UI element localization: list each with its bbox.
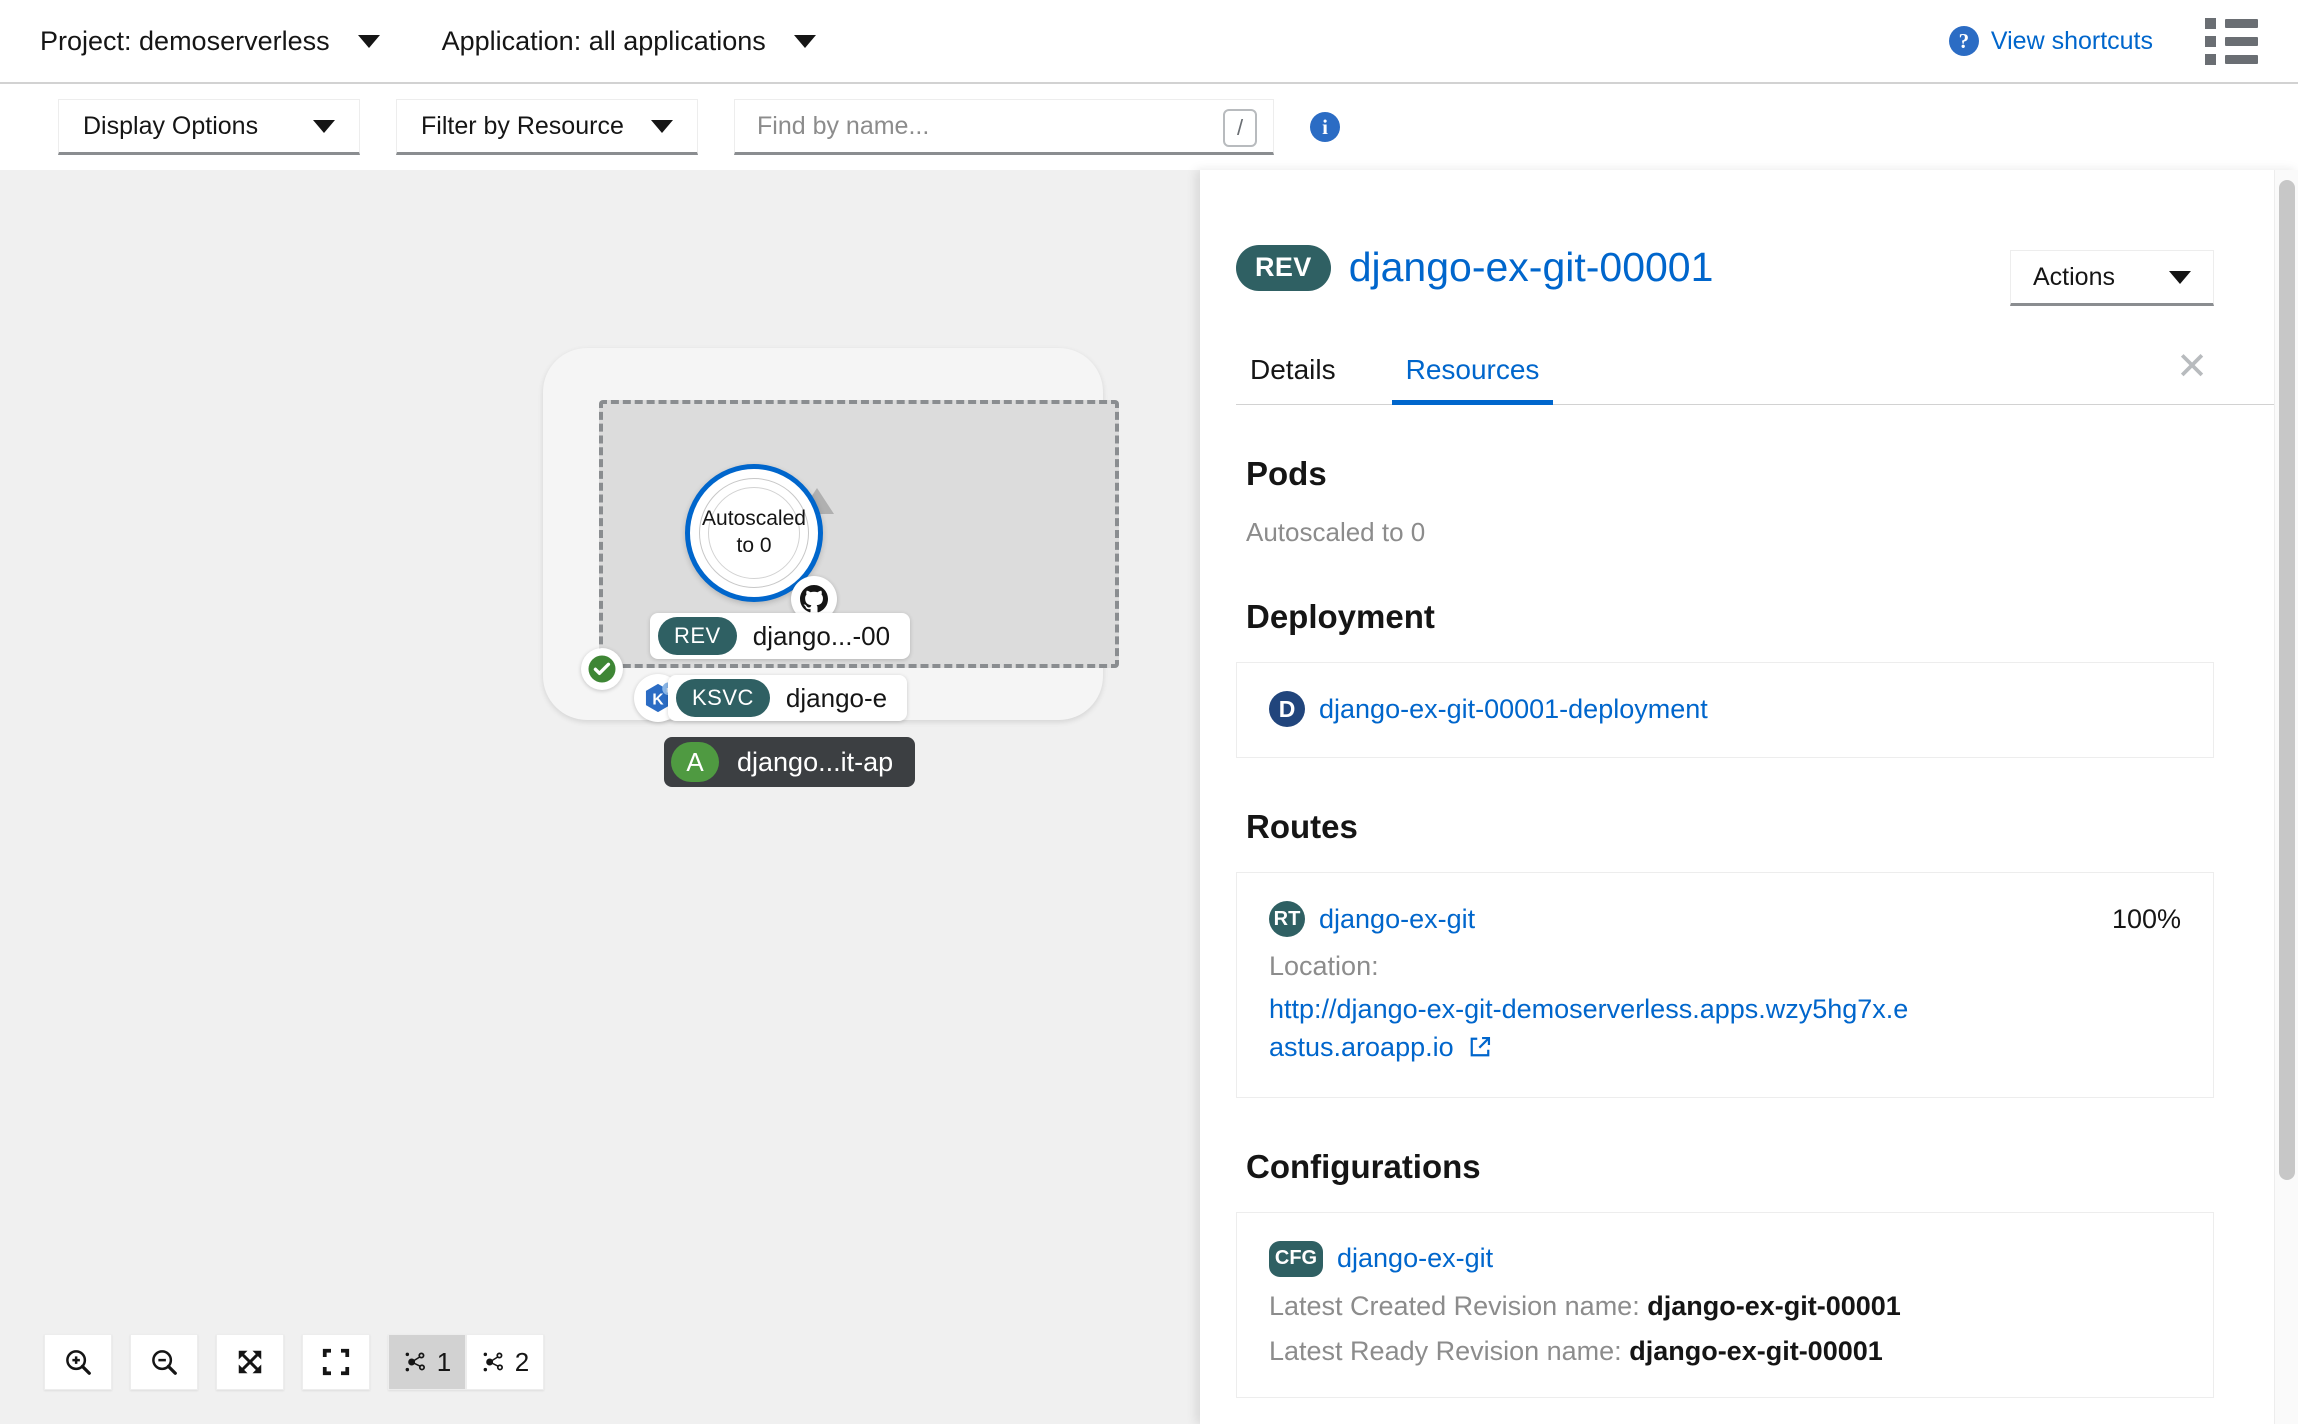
chevron-down-icon [793,34,816,48]
layout-1-label: 1 [436,1346,452,1377]
display-options-label: Display Options [83,111,259,140]
fit-to-screen-button[interactable] [216,1334,284,1390]
revision-label-pill[interactable]: REV django...-00 [650,613,911,659]
view-shortcuts-label: View shortcuts [1990,26,2153,55]
deployment-section-title: Deployment [1246,598,1435,635]
graph-layout-icon [405,1352,425,1372]
reset-view-button[interactable] [302,1334,370,1390]
chevron-down-icon [651,119,673,133]
project-bar-right: ? View shortcuts [1948,17,2258,65]
latest-created-revision-label: Latest Created Revision name: [1269,1290,1640,1321]
route-location-label: Location: [1269,951,1379,981]
panel-body: Pods Autoscaled to 0 Deployment D django… [1200,455,2274,1398]
search-field-wrapper: / [734,99,1274,155]
topology-page: Project: demoserverless Application: all… [0,0,2298,1424]
view-shortcuts-link[interactable]: ? View shortcuts [1948,26,2153,56]
zoom-in-button[interactable] [44,1334,112,1390]
layout-2-button[interactable]: 2 [466,1334,544,1390]
deployment-link[interactable]: django-ex-git-00001-deployment [1319,694,1708,725]
route-traffic-percent: 100% [2111,903,2181,934]
layout-2-label: 2 [514,1346,530,1377]
topology-canvas[interactable]: Autoscaled to 0 REV django...-00 K KSVC … [0,170,1200,1424]
application-label-pill[interactable]: A django...it-ap [664,737,916,787]
tab-resources[interactable]: Resources [1391,344,1554,405]
revision-autoscaled-line2: to 0 [736,534,772,557]
project-selector-label: Project: demoserverless [40,25,330,56]
deployment-card: D django-ex-git-00001-deployment [1236,662,2214,758]
search-input[interactable] [757,111,1251,141]
crop-frame-icon [322,1348,350,1376]
routes-card: RT django-ex-git 100% Location: http://d… [1236,872,2214,1098]
route-link[interactable]: django-ex-git [1319,904,1475,935]
panel-scrollbar-thumb[interactable] [2279,180,2295,1180]
actions-label: Actions [2033,262,2115,291]
revision-pill-name: django...-00 [752,620,891,651]
topology-toolbar: Display Options Filter by Resource / i [0,84,2298,170]
graph-layout-icon [483,1352,503,1372]
route-location-url[interactable]: http://django-ex-git-demoserverless.apps… [1269,990,1909,1067]
display-options-dropdown[interactable]: Display Options [58,99,360,155]
info-icon[interactable]: i [1310,112,1340,142]
rev-badge: REV [1236,244,1331,291]
configurations-card: CFG django-ex-git Latest Created Revisio… [1236,1211,2214,1398]
resource-side-panel: ✕ REV django-ex-git-00001 Actions Detail… [1200,170,2298,1424]
application-selector-label: Application: all applications [441,25,766,56]
latest-ready-revision-label: Latest Ready Revision name: [1269,1335,1622,1366]
ksvc-pill-name: django-e [785,682,888,713]
svg-text:K: K [652,691,664,708]
pods-status-text: Autoscaled to 0 [1246,517,1426,547]
panel-header: REV django-ex-git-00001 Actions [1200,170,2274,306]
knative-service-label-pill[interactable]: KSVC django-e [668,675,908,721]
route-url-text: http://django-ex-git-demoserverless.apps… [1269,994,1909,1063]
route-row: RT django-ex-git 100% [1269,901,2181,937]
panel-tabs: Details Resources [1236,344,2274,405]
pods-section-title: Pods [1246,455,1327,492]
resource-name-link[interactable]: django-ex-git-00001 [1349,244,1714,291]
tab-details[interactable]: Details [1236,344,1350,404]
graph-toolbar: 1 2 [44,1334,544,1390]
application-badge: A [671,742,719,782]
slash-shortcut-hint: / [1223,109,1257,147]
latest-created-revision-value: django-ex-git-00001 [1647,1290,1901,1321]
panel-scroll-area: ✕ REV django-ex-git-00001 Actions Detail… [1200,170,2274,1424]
configuration-link[interactable]: django-ex-git [1337,1243,1493,1274]
revision-node-label: Autoscaled to 0 [690,469,818,597]
project-bar: Project: demoserverless Application: all… [0,0,2298,84]
deployment-icon: D [1269,691,1305,727]
layout-1-button[interactable]: 1 [388,1334,466,1390]
chevron-down-icon [313,119,335,133]
expand-arrows-icon [238,1350,262,1374]
latest-ready-revision-value: django-ex-git-00001 [1629,1335,1883,1366]
panel-title: REV django-ex-git-00001 [1236,244,1713,291]
project-selector[interactable]: Project: demoserverless [40,26,380,57]
configurations-section-title: Configurations [1246,1147,1481,1185]
revision-autoscaled-line1: Autoscaled [702,507,806,531]
external-link-icon [1470,1037,1491,1057]
configuration-icon: CFG [1269,1240,1323,1277]
routes-section-title: Routes [1246,808,1358,845]
application-selector[interactable]: Application: all applications [442,26,816,57]
actions-dropdown[interactable]: Actions [2010,250,2214,306]
latest-ready-revision-row: Latest Ready Revision name: django-ex-gi… [1269,1336,2181,1367]
help-circle-icon: ? [1948,26,1979,56]
application-pill-name: django...it-ap [737,746,894,777]
route-icon: RT [1269,901,1305,937]
zoom-out-button[interactable] [130,1334,198,1390]
layout-toggle-group: 1 2 [388,1334,544,1390]
ksvc-badge: KSVC [676,679,770,717]
zoom-out-icon [152,1350,177,1375]
latest-created-revision-row: Latest Created Revision name: django-ex-… [1269,1291,2181,1322]
check-circle-icon [581,648,623,690]
configuration-row: CFG django-ex-git [1269,1240,2181,1277]
zoom-in-icon [66,1350,91,1375]
filter-by-resource-label: Filter by Resource [421,111,624,140]
chevron-down-icon [2169,270,2191,284]
rev-badge: REV [658,617,737,655]
list-view-icon[interactable] [2205,17,2258,65]
chevron-down-icon [357,34,380,48]
deployment-row: D django-ex-git-00001-deployment [1269,691,2181,727]
filter-by-resource-dropdown[interactable]: Filter by Resource [396,99,698,155]
close-icon[interactable]: ✕ [2176,348,2208,386]
panel-scrollbar-track[interactable] [2274,170,2298,1424]
